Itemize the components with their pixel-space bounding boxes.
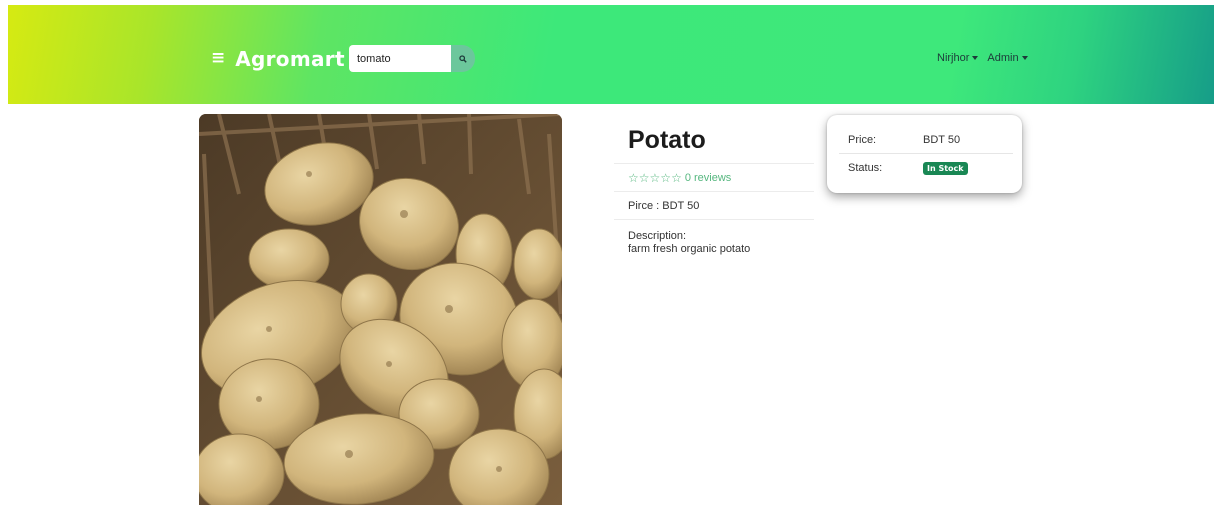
product-title: Potato [614,114,814,164]
brand-name[interactable]: Agromart [235,47,345,71]
product-rating: ☆ ☆ ☆ ☆ ☆ 0 reviews [614,164,814,192]
hamburger-icon[interactable]: ≡ [211,49,225,67]
user-dropdown[interactable]: Nirjhor [937,52,979,64]
search-input[interactable] [349,45,451,72]
nav-right: Nirjhor Admin [937,52,1028,64]
star-empty-icon: ☆ [638,170,650,185]
top-navbar: ≡ Agromart Nirjhor Admin [8,5,1214,104]
description-text: farm fresh organic potato [628,243,751,255]
summary-card: Price: BDT 50 Status: In Stock [827,115,1022,193]
star-empty-icon: ☆ [660,170,672,185]
price-row: Price: BDT 50 [839,126,1013,154]
product-details: Potato ☆ ☆ ☆ ☆ ☆ 0 reviews Pirce : BDT 5… [614,114,814,256]
brand[interactable]: ≡ Agromart [211,44,345,74]
potato-photo [199,114,562,505]
chevron-down-icon [1021,55,1028,60]
product-description: Description: farm fresh organic potato [614,220,814,256]
price-value: BDT 50 [923,133,961,146]
status-label: Status: [848,162,883,174]
rating-stars: ☆ ☆ ☆ ☆ ☆ [628,172,682,184]
search-button[interactable] [451,45,475,72]
search-form [349,45,475,72]
price-label: Price: [848,133,877,146]
user-dropdown-label: Nirjhor [937,52,970,64]
product-price: Pirce : BDT 50 [614,192,814,220]
admin-dropdown-label: Admin [987,52,1019,64]
status-row: Status: In Stock [839,154,1013,182]
product-image [199,114,562,505]
admin-dropdown[interactable]: Admin [987,52,1028,64]
star-empty-icon: ☆ [628,170,639,185]
search-icon [459,54,467,63]
chevron-down-icon [972,55,979,60]
status-badge: In Stock [923,162,968,175]
star-empty-icon: ☆ [671,170,682,185]
reviews-count: 0 reviews [684,171,732,184]
description-label: Description: [628,230,687,242]
star-empty-icon: ☆ [649,170,661,185]
